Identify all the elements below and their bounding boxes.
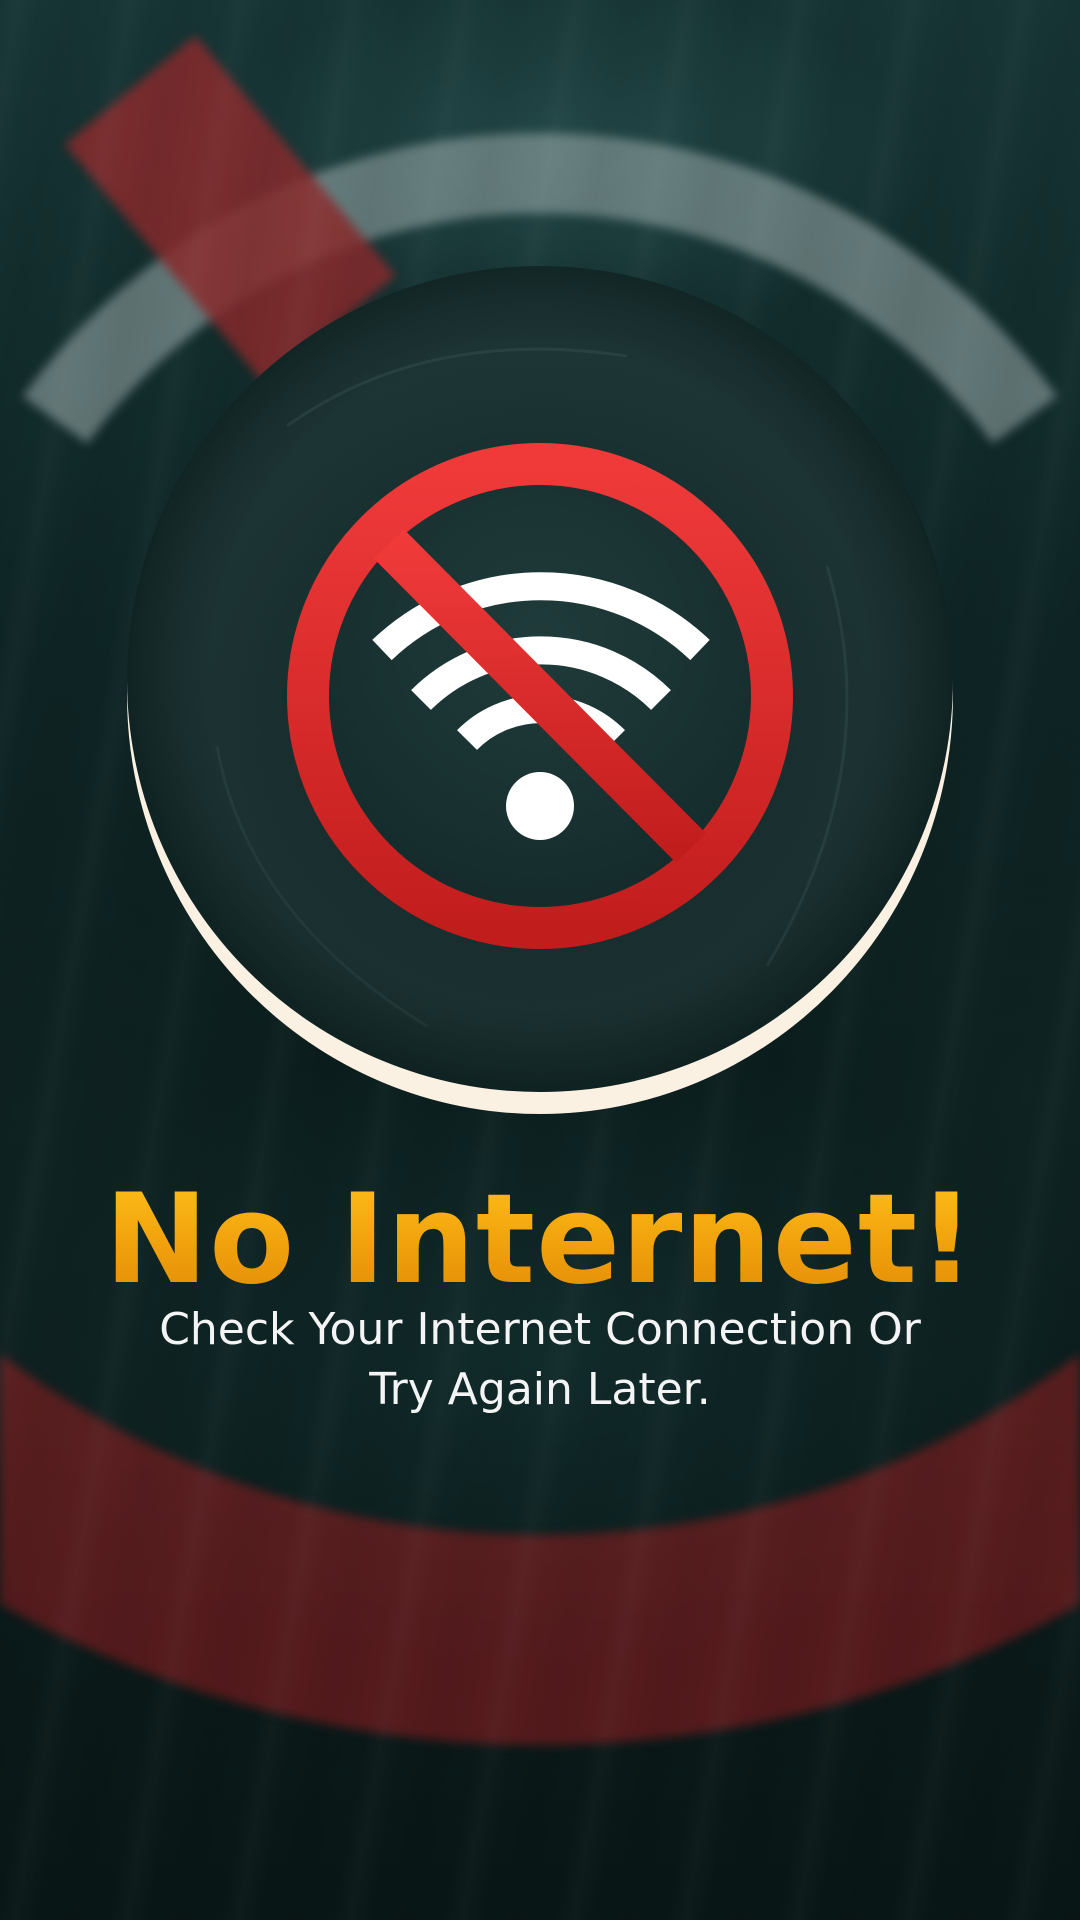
icon-disc [127,266,953,1092]
page-title: No Internet! [0,1170,1080,1310]
status-message: Check Your Internet Connection Or Try Ag… [159,1304,921,1415]
no-wifi-icon [127,266,953,1092]
no-internet-screen: No Internet! Check Your Internet Connect… [0,0,1080,1920]
